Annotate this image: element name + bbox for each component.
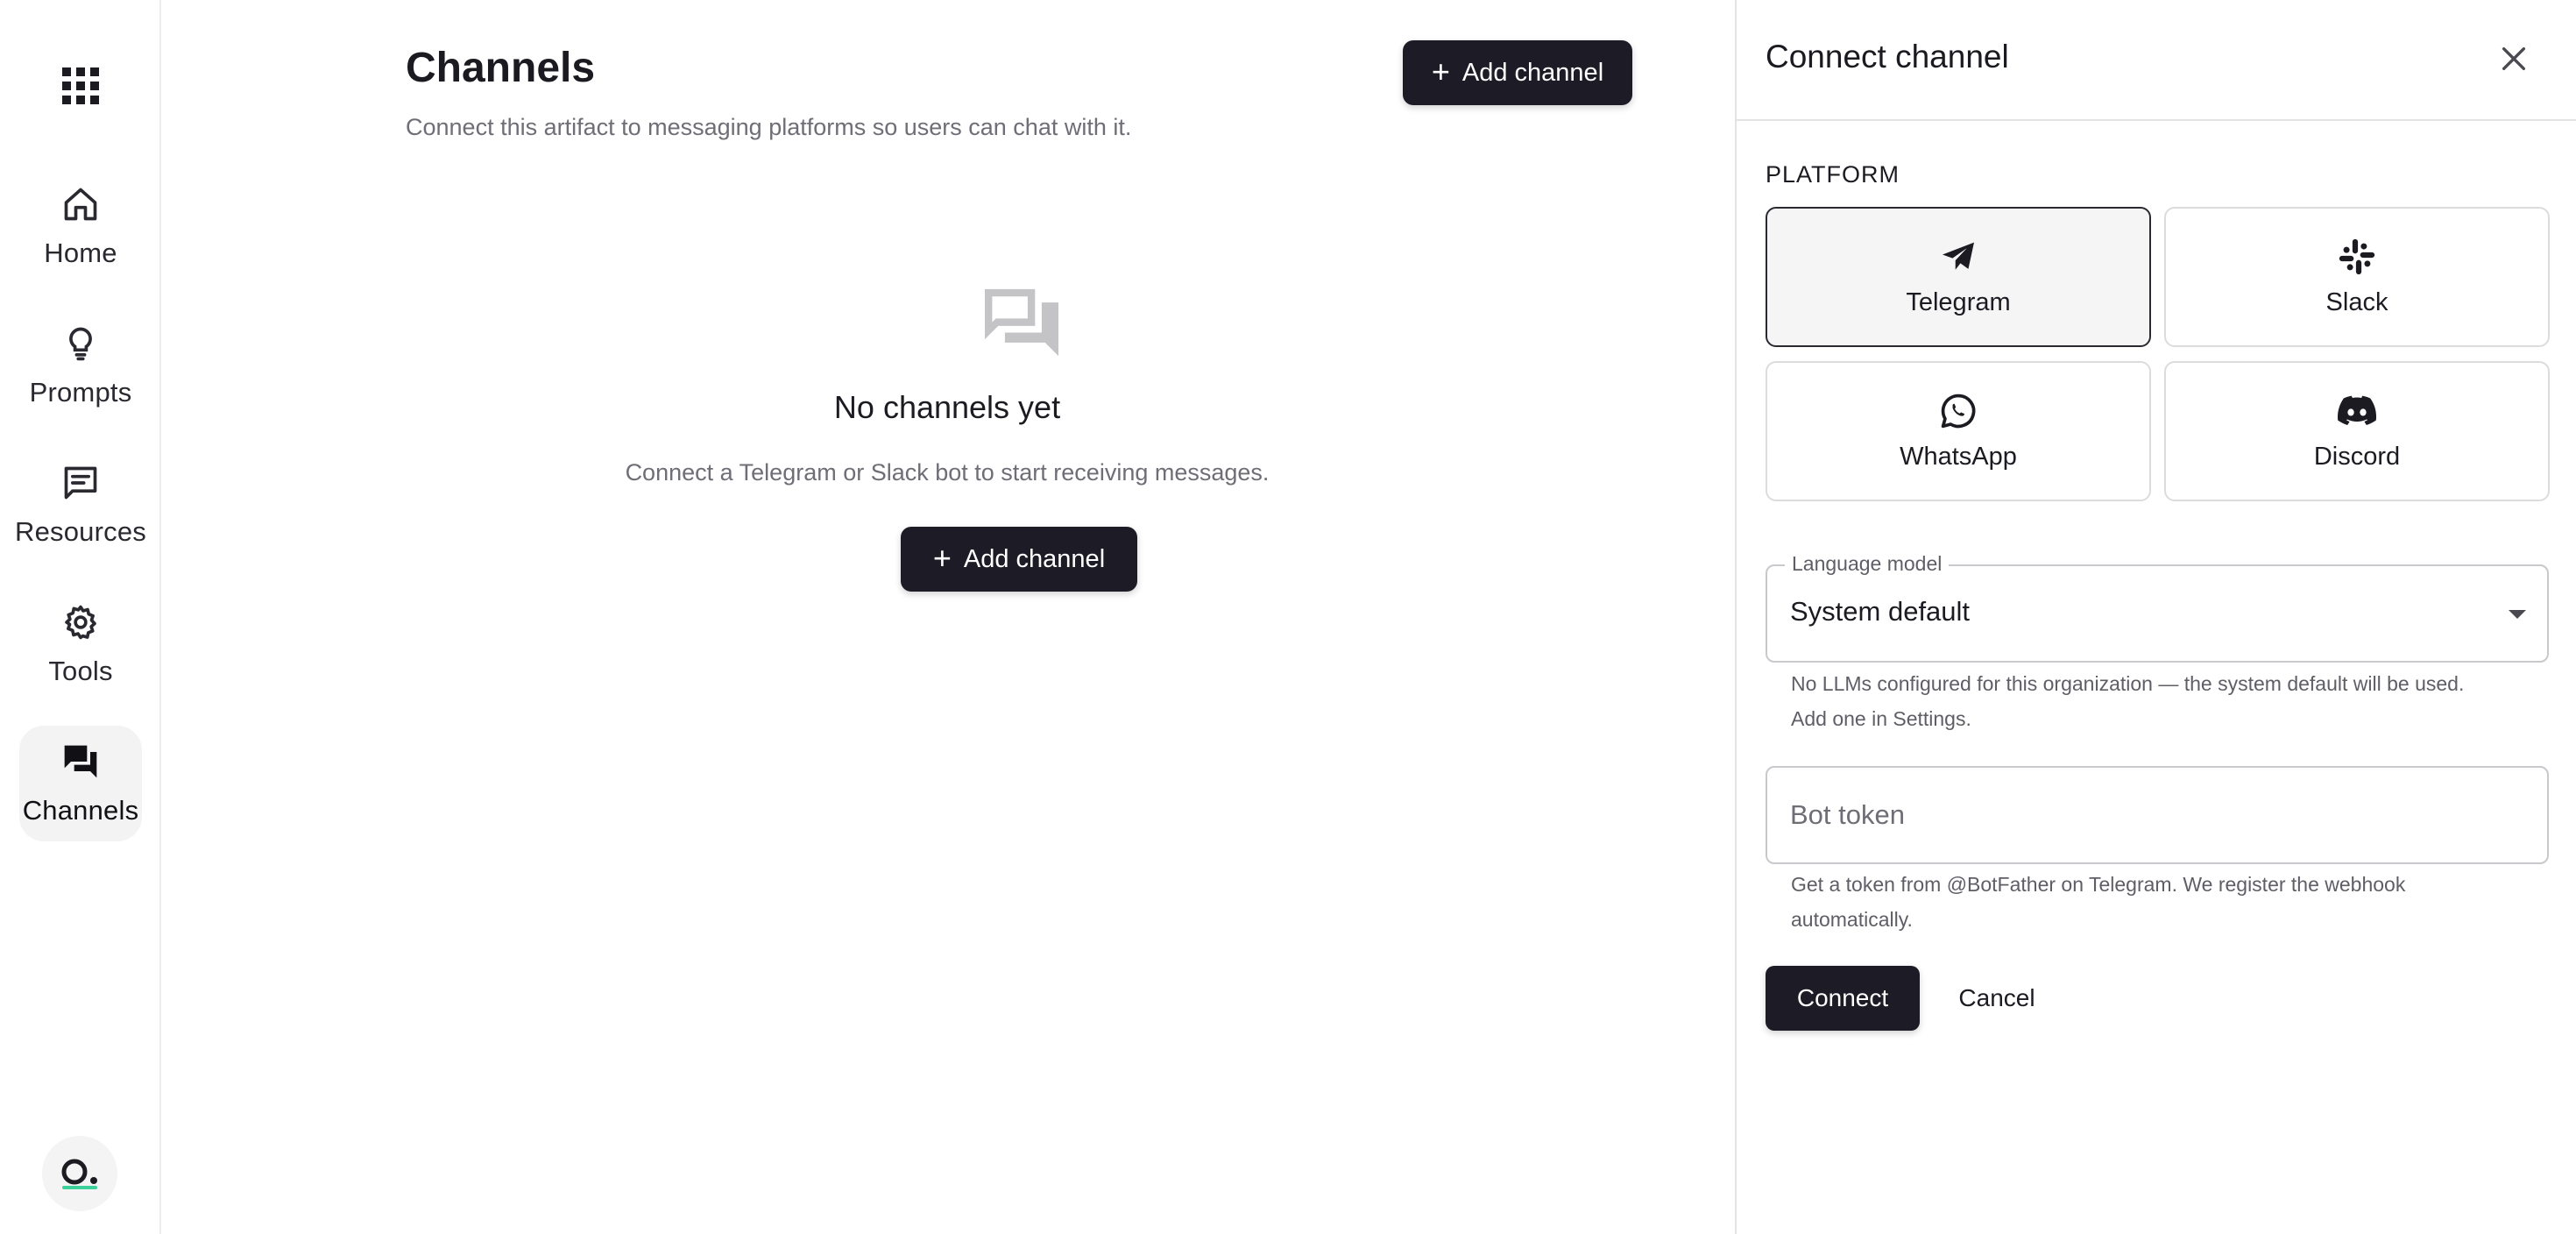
nav-item-prompts[interactable]: Prompts — [19, 308, 142, 423]
drawer-divider — [1737, 119, 2576, 121]
nav-item-label: Home — [44, 238, 117, 268]
close-button[interactable] — [2490, 35, 2537, 82]
slack-icon — [2338, 238, 2376, 276]
user-avatar[interactable] — [42, 1136, 117, 1211]
bot-token-field[interactable] — [1766, 766, 2549, 864]
helper-line: No LLMs configured for this organization… — [1791, 672, 2465, 695]
telegram-icon — [1939, 238, 1978, 276]
empty-state-title: No channels yet — [833, 389, 1061, 425]
empty-add-channel-button[interactable]: + Add channel — [901, 527, 1137, 592]
nav-rail: Home Prompts Resources Tools Channels — [0, 0, 161, 1234]
app-window: Home Prompts Resources Tools Channels Ch… — [0, 0, 2576, 1234]
page-subtitle: Connect this artifact to messaging platf… — [406, 114, 1132, 140]
gear-icon — [60, 601, 102, 643]
language-model-legend: Language model — [1785, 552, 1950, 576]
apps-grid-button[interactable] — [44, 49, 117, 123]
helper-line: Add one in Settings. — [1791, 707, 1971, 730]
platform-section-label: PLATFORM — [1766, 161, 1900, 188]
grid-icon — [62, 67, 99, 104]
bot-token-input[interactable] — [1767, 768, 2547, 862]
whatsapp-icon — [1939, 392, 1978, 430]
bot-token-helper: Get a token from @BotFather on Telegram.… — [1791, 867, 2544, 937]
discord-icon — [2338, 392, 2376, 430]
nav-item-label: Resources — [15, 516, 146, 547]
platform-option-discord[interactable]: Discord — [2164, 361, 2550, 501]
platform-option-telegram[interactable]: Telegram — [1766, 207, 2151, 347]
language-model-select[interactable]: Language model System default — [1766, 552, 2549, 663]
language-model-helper: No LLMs configured for this organization… — [1791, 666, 2544, 736]
plus-icon: + — [1431, 53, 1450, 89]
page-title: Channels — [406, 45, 596, 91]
drawer-title: Connect channel — [1766, 39, 2009, 74]
main-content: Channels Connect this artifact to messag… — [163, 0, 1735, 1234]
platform-option-slack[interactable]: Slack — [2164, 207, 2550, 347]
nav-item-label: Tools — [48, 656, 113, 686]
empty-state-subtitle: Connect a Telegram or Slack bot to start… — [625, 459, 1270, 486]
nav-item-label: Channels — [22, 795, 139, 826]
platform-label: Discord — [2313, 442, 2401, 471]
chevron-down-icon — [2509, 610, 2526, 619]
message-square-icon — [60, 462, 102, 504]
forum-icon — [60, 741, 102, 783]
platform-option-whatsapp[interactable]: WhatsApp — [1766, 361, 2151, 501]
helper-line: Get a token from @BotFather on Telegram.… — [1791, 873, 2406, 896]
connect-button[interactable]: Connect — [1766, 966, 1920, 1031]
nav-item-label: Prompts — [29, 377, 132, 408]
nav-item-channels[interactable]: Channels — [19, 726, 142, 841]
plus-icon: + — [932, 539, 952, 576]
forum-icon — [985, 288, 1058, 357]
add-channel-button[interactable]: + Add channel — [1403, 40, 1632, 105]
logo-icon — [61, 1159, 97, 1189]
language-model-value: System default — [1790, 596, 1971, 627]
nav-item-tools[interactable]: Tools — [19, 586, 142, 702]
cancel-button[interactable]: Cancel — [1940, 966, 2054, 1031]
lightbulb-icon — [60, 323, 102, 365]
nav-item-resources[interactable]: Resources — [15, 447, 146, 563]
connect-channel-drawer: Connect channel PLATFORM Telegram Slack … — [1735, 0, 2576, 1234]
platform-label: Telegram — [1906, 287, 2011, 316]
home-icon — [60, 183, 102, 225]
add-channel-label: Add channel — [1461, 58, 1604, 87]
helper-line: automatically. — [1791, 908, 1913, 931]
add-channel-label: Add channel — [963, 544, 1106, 573]
platform-label: Slack — [2325, 287, 2388, 316]
nav-item-home[interactable]: Home — [19, 168, 142, 284]
close-icon — [2502, 46, 2526, 71]
platform-label: WhatsApp — [1900, 442, 2017, 471]
